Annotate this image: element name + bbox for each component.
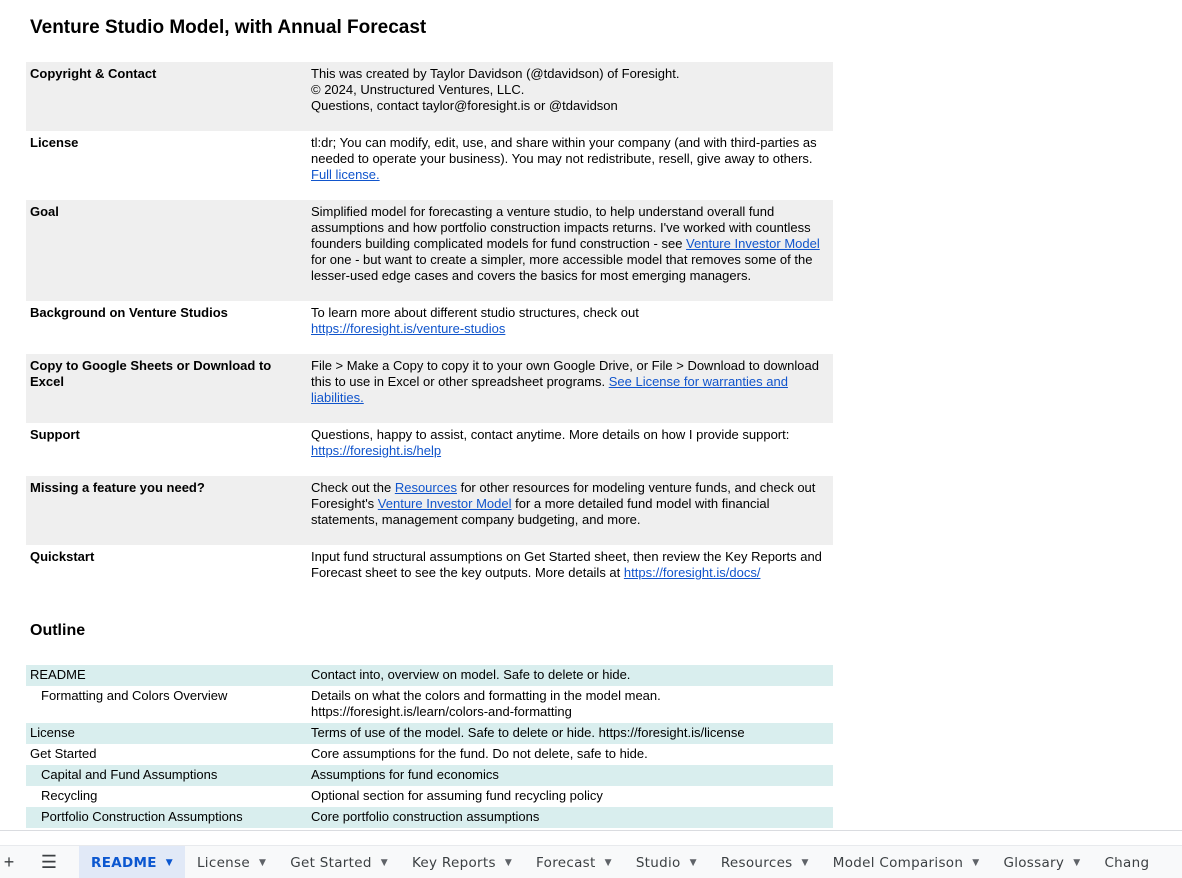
- sheet-tab-chang[interactable]: Chang: [1092, 846, 1161, 878]
- info-value: Simplified model for forecasting a ventu…: [307, 200, 833, 301]
- sheet-tab-forecast[interactable]: Forecast ▼: [524, 846, 624, 878]
- info-row: Quickstart Input fund structural assumpti…: [26, 545, 833, 598]
- sheet-tab-label: Chang: [1104, 854, 1150, 871]
- info-label: Background on Venture Studios: [30, 305, 228, 320]
- spreadsheet-grid: Venture Studio Model, with Annual Foreca…: [0, 0, 1182, 830]
- info-row: Copyright & Contact This was created by T…: [26, 62, 833, 131]
- info-row: Copy to Google Sheets or Download to Exc…: [26, 354, 833, 423]
- outline-section-name: License: [30, 725, 75, 740]
- outline-section-description: Terms of use of the model. Safe to delet…: [311, 725, 745, 740]
- info-label: Support: [30, 427, 80, 442]
- outline-section-name: Formatting and Colors Overview: [41, 688, 228, 703]
- tab-dropdown-caret-icon[interactable]: ▼: [605, 858, 612, 868]
- info-value: tl:dr; You can modify, edit, use, and sh…: [307, 131, 833, 200]
- outline-heading: Outline: [30, 622, 86, 639]
- info-text: © 2024, Unstructured Ventures, LLC.: [311, 82, 525, 97]
- sheet-tab-glossary[interactable]: Glossary ▼: [991, 846, 1092, 878]
- outline-section-name: Portfolio Construction Assumptions: [41, 809, 243, 824]
- outline-table: README Contact into, overview on model. S…: [26, 665, 833, 828]
- outline-section-name: Get Started: [30, 746, 97, 761]
- sheet-tab-license[interactable]: License ▼: [185, 846, 278, 878]
- tab-dropdown-caret-icon[interactable]: ▼: [381, 858, 388, 868]
- tab-dropdown-caret-icon[interactable]: ▼: [802, 858, 809, 868]
- sheet-tab-label: Resources: [720, 854, 793, 871]
- info-table: Copyright & Contact This was created by T…: [26, 62, 833, 598]
- sheet-tab-label: Forecast: [536, 854, 596, 871]
- outline-row: Capital and Fund Assumptions Assumptions …: [26, 765, 833, 786]
- tab-dropdown-caret-icon[interactable]: ▼: [166, 858, 173, 868]
- sheet-tab-label: Key Reports: [411, 854, 496, 871]
- info-value: To learn more about different studio str…: [307, 301, 833, 354]
- hyperlink[interactable]: https://foresight.is/help: [311, 443, 441, 458]
- info-text: This was created by Taylor Davidson (@td…: [311, 66, 680, 81]
- info-label: Copyright & Contact: [30, 66, 157, 81]
- sheet-tab-bar: + ☰ README ▼ License ▼ Get Started ▼ Key Repor…: [0, 830, 1182, 878]
- info-text: Questions, contact taylor@foresight.is o…: [311, 98, 618, 113]
- outline-section-name: README: [30, 667, 86, 682]
- info-label: License: [30, 135, 79, 150]
- info-label: Goal: [30, 204, 59, 219]
- tab-dropdown-caret-icon[interactable]: ▼: [259, 858, 266, 868]
- tab-dropdown-caret-icon[interactable]: ▼: [972, 858, 979, 868]
- info-value: File > Make a Copy to copy it to your ow…: [307, 354, 833, 423]
- outline-row: Recycling Optional section for assuming f…: [26, 786, 833, 807]
- hyperlink[interactable]: Venture Investor Model: [378, 496, 512, 511]
- outline-row: Formatting and Colors Overview Details on…: [26, 686, 833, 723]
- sheet-tab-model-comparison[interactable]: Model Comparison ▼: [821, 846, 992, 878]
- sheet-tab-label: License: [196, 854, 250, 871]
- hyperlink[interactable]: https://foresight.is/venture-studios: [311, 321, 505, 336]
- hyperlink[interactable]: Resources: [395, 480, 457, 495]
- sheet-tab-studio[interactable]: Studio ▼: [624, 846, 709, 878]
- tab-dropdown-caret-icon[interactable]: ▼: [1073, 858, 1080, 868]
- info-value: This was created by Taylor Davidson (@td…: [307, 62, 833, 131]
- sheet-tab-readme[interactable]: README ▼: [79, 845, 185, 878]
- info-label: Copy to Google Sheets or Download to Exc…: [30, 358, 272, 389]
- page-title: Venture Studio Model, with Annual Foreca…: [30, 17, 427, 38]
- hyperlink[interactable]: Venture Investor Model: [686, 236, 820, 251]
- all-sheets-menu-icon[interactable]: ☰: [37, 846, 61, 878]
- info-value: Input fund structural assumptions on Get…: [307, 545, 833, 598]
- sheet-tab-label: README: [91, 854, 157, 871]
- outline-section-description: Optional section for assuming fund recyc…: [311, 788, 603, 803]
- info-label: Quickstart: [30, 549, 95, 564]
- add-sheet-icon[interactable]: +: [0, 846, 20, 878]
- hyperlink[interactable]: Full license.: [311, 167, 380, 182]
- info-row: License tl:dr; You can modify, edit, use,…: [26, 131, 833, 200]
- outline-row: License Terms of use of the model. Safe t…: [26, 723, 833, 744]
- sheet-tab-label: Glossary: [1003, 854, 1065, 871]
- info-row: Goal Simplified model for forecasting a v…: [26, 200, 833, 301]
- outline-row: Portfolio Construction Assumptions Core p…: [26, 807, 833, 828]
- info-text: Check out the: [311, 480, 395, 495]
- sheet-tab-strip: + ☰ README ▼ License ▼ Get Started ▼ Key Repor…: [0, 845, 1182, 878]
- info-text: To learn more about different studio str…: [311, 305, 639, 320]
- info-text: for one - but want to create a simpler, …: [311, 252, 813, 283]
- outline-section-name: Capital and Fund Assumptions: [41, 767, 218, 782]
- sheet-tab-label: Get Started: [290, 854, 372, 871]
- info-text: tl:dr; You can modify, edit, use, and sh…: [311, 135, 817, 166]
- outline-section-description: Core portfolio construction assumptions: [311, 809, 540, 824]
- info-row: Missing a feature you need? Check out the…: [26, 476, 833, 545]
- outline-section-name: Recycling: [41, 788, 98, 803]
- info-value: Questions, happy to assist, contact anyt…: [307, 423, 833, 476]
- sheet-tab-get-started[interactable]: Get Started ▼: [278, 846, 400, 878]
- info-row: Support Questions, happy to assist, conta…: [26, 423, 833, 476]
- outline-section-description: Details on what the colors and formattin…: [311, 688, 661, 719]
- hyperlink[interactable]: https://foresight.is/docs/: [624, 565, 761, 580]
- outline-section-description: Contact into, overview on model. Safe to…: [311, 667, 631, 682]
- sheet-tab-label: Studio: [635, 854, 681, 871]
- info-value: Check out the Resources for other resour…: [307, 476, 833, 545]
- sheet-tab-resources[interactable]: Resources ▼: [709, 846, 821, 878]
- info-row: Background on Venture Studios To learn mo…: [26, 301, 833, 354]
- sheet-tab-key-reports[interactable]: Key Reports ▼: [400, 846, 524, 878]
- outline-section-description: Core assumptions for the fund. Do not de…: [311, 746, 648, 761]
- tab-dropdown-caret-icon[interactable]: ▼: [690, 858, 697, 868]
- sheet-tab-label: Model Comparison: [832, 854, 964, 871]
- outline-row: Get Started Core assumptions for the fund…: [26, 744, 833, 765]
- outline-row: README Contact into, overview on model. S…: [26, 665, 833, 686]
- info-text: Questions, happy to assist, contact anyt…: [311, 427, 790, 442]
- outline-section-description: Assumptions for fund economics: [311, 767, 499, 782]
- info-label: Missing a feature you need?: [30, 480, 205, 495]
- tab-dropdown-caret-icon[interactable]: ▼: [505, 858, 512, 868]
